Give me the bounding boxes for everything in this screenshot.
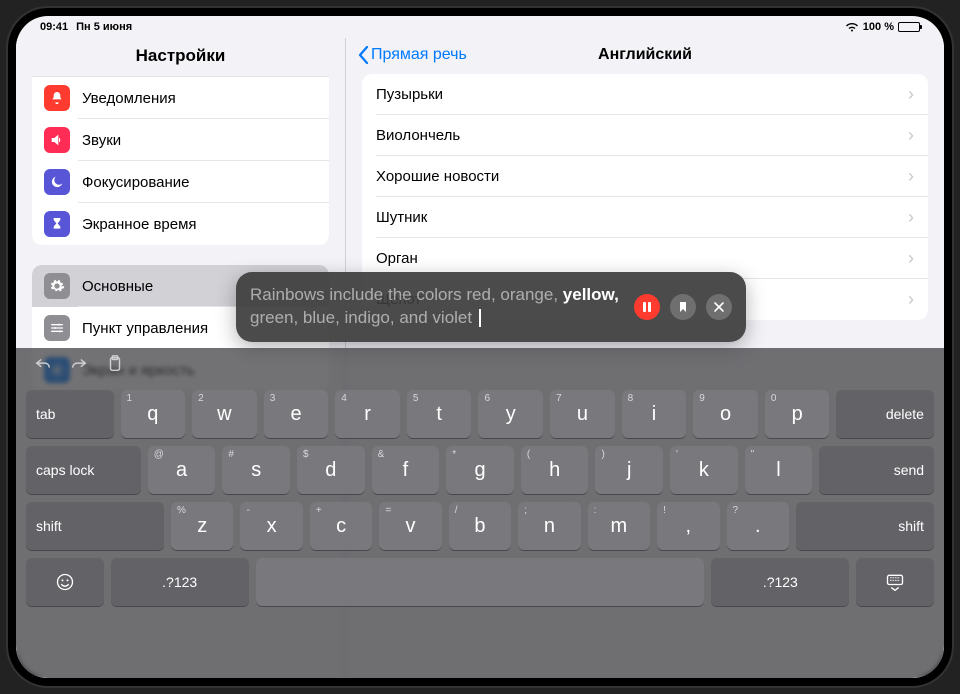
key-dismiss[interactable] <box>856 558 934 606</box>
key-l[interactable]: "l <box>745 446 813 494</box>
keyboard: tab1q2w3e4r5t6y7u8i9o0pdelete caps lock@a… <box>16 348 944 678</box>
key-s[interactable]: #s <box>222 446 290 494</box>
key-y[interactable]: 6y <box>478 390 543 438</box>
key-delete[interactable]: delete <box>836 390 934 438</box>
sidebar-row-bell[interactable]: Уведомления <box>32 76 329 119</box>
key-d[interactable]: $d <box>297 446 365 494</box>
gear-icon <box>44 273 70 299</box>
sidebar-title: Настройки <box>16 38 345 76</box>
back-button[interactable]: Прямая речь <box>358 46 467 64</box>
bell-icon <box>44 85 70 111</box>
key-send[interactable]: send <box>819 446 934 494</box>
key-o[interactable]: 9o <box>693 390 758 438</box>
clipboard-button[interactable] <box>106 355 124 378</box>
pause-button[interactable] <box>634 294 660 320</box>
redo-button[interactable] <box>70 355 88 378</box>
voice-row[interactable]: Шутник › <box>362 197 928 238</box>
sidebar-row-speaker[interactable]: Звуки <box>32 119 329 161</box>
key-r[interactable]: 4r <box>335 390 400 438</box>
voice-row[interactable]: Пузырьки › <box>362 74 928 115</box>
bookmark-button[interactable] <box>670 294 696 320</box>
chevron-right-icon: › <box>908 289 914 310</box>
speech-text[interactable]: Rainbows include the colors red, orange,… <box>250 284 624 330</box>
sidebar-label: Уведомления <box>82 90 176 107</box>
undo-button[interactable] <box>34 355 52 378</box>
voice-label: Виолончель <box>376 127 460 144</box>
status-time: 09:41 <box>40 21 68 33</box>
key-x[interactable]: -x <box>240 502 302 550</box>
voice-row[interactable]: Виолончель › <box>362 115 928 156</box>
hourglass-icon <box>44 211 70 237</box>
key-c[interactable]: +c <box>310 502 372 550</box>
key-,[interactable]: !, <box>657 502 719 550</box>
wifi-icon <box>845 22 859 32</box>
key-shift-left[interactable]: shift <box>26 502 164 550</box>
key-a[interactable]: @a <box>148 446 216 494</box>
key-numbers-right[interactable]: .?123 <box>711 558 849 606</box>
key-tab[interactable]: tab <box>26 390 114 438</box>
key-.[interactable]: ?. <box>727 502 789 550</box>
battery-pct: 100 % <box>863 21 894 33</box>
voice-label: Пузырьки <box>376 86 443 103</box>
chevron-right-icon: › <box>908 248 914 269</box>
key-g[interactable]: *g <box>446 446 514 494</box>
sidebar-label: Основные <box>82 278 153 295</box>
key-z[interactable]: %z <box>171 502 233 550</box>
key-e[interactable]: 3e <box>264 390 329 438</box>
chevron-right-icon: › <box>908 125 914 146</box>
key-f[interactable]: &f <box>372 446 440 494</box>
key-u[interactable]: 7u <box>550 390 615 438</box>
voice-label: Хорошие новости <box>376 168 499 185</box>
key-shift-right[interactable]: shift <box>796 502 934 550</box>
close-button[interactable] <box>706 294 732 320</box>
sliders-icon <box>44 315 70 341</box>
key-p[interactable]: 0p <box>765 390 830 438</box>
status-bar: 09:41 Пн 5 июня 100 % <box>16 16 944 38</box>
voice-label: Шутник <box>376 209 427 226</box>
status-date: Пн 5 июня <box>76 21 132 33</box>
voice-row[interactable]: Хорошие новости › <box>362 156 928 197</box>
key-capslock[interactable]: caps lock <box>26 446 141 494</box>
key-emoji[interactable] <box>26 558 104 606</box>
sidebar-row-hourglass[interactable]: Экранное время <box>32 203 329 245</box>
key-space[interactable] <box>256 558 705 606</box>
sidebar-label: Экранное время <box>82 216 197 233</box>
voice-label: Орган <box>376 250 418 267</box>
live-speech-bubble: Rainbows include the colors red, orange,… <box>236 272 746 342</box>
key-m[interactable]: :m <box>588 502 650 550</box>
key-k[interactable]: 'k <box>670 446 738 494</box>
key-t[interactable]: 5t <box>407 390 472 438</box>
chevron-right-icon: › <box>908 166 914 187</box>
sidebar-label: Звуки <box>82 132 121 149</box>
key-b[interactable]: /b <box>449 502 511 550</box>
battery-icon <box>898 22 920 32</box>
sidebar-label: Фокусирование <box>82 174 190 191</box>
sidebar-label: Пункт управления <box>82 320 208 337</box>
key-h[interactable]: (h <box>521 446 589 494</box>
key-numbers-left[interactable]: .?123 <box>111 558 249 606</box>
sidebar-row-moon[interactable]: Фокусирование <box>32 161 329 203</box>
speaker-icon <box>44 127 70 153</box>
moon-icon <box>44 169 70 195</box>
chevron-right-icon: › <box>908 207 914 228</box>
key-j[interactable]: )j <box>595 446 663 494</box>
chevron-right-icon: › <box>908 84 914 105</box>
key-n[interactable]: ;n <box>518 502 580 550</box>
key-w[interactable]: 2w <box>192 390 257 438</box>
key-q[interactable]: 1q <box>121 390 186 438</box>
key-i[interactable]: 8i <box>622 390 687 438</box>
key-v[interactable]: =v <box>379 502 441 550</box>
